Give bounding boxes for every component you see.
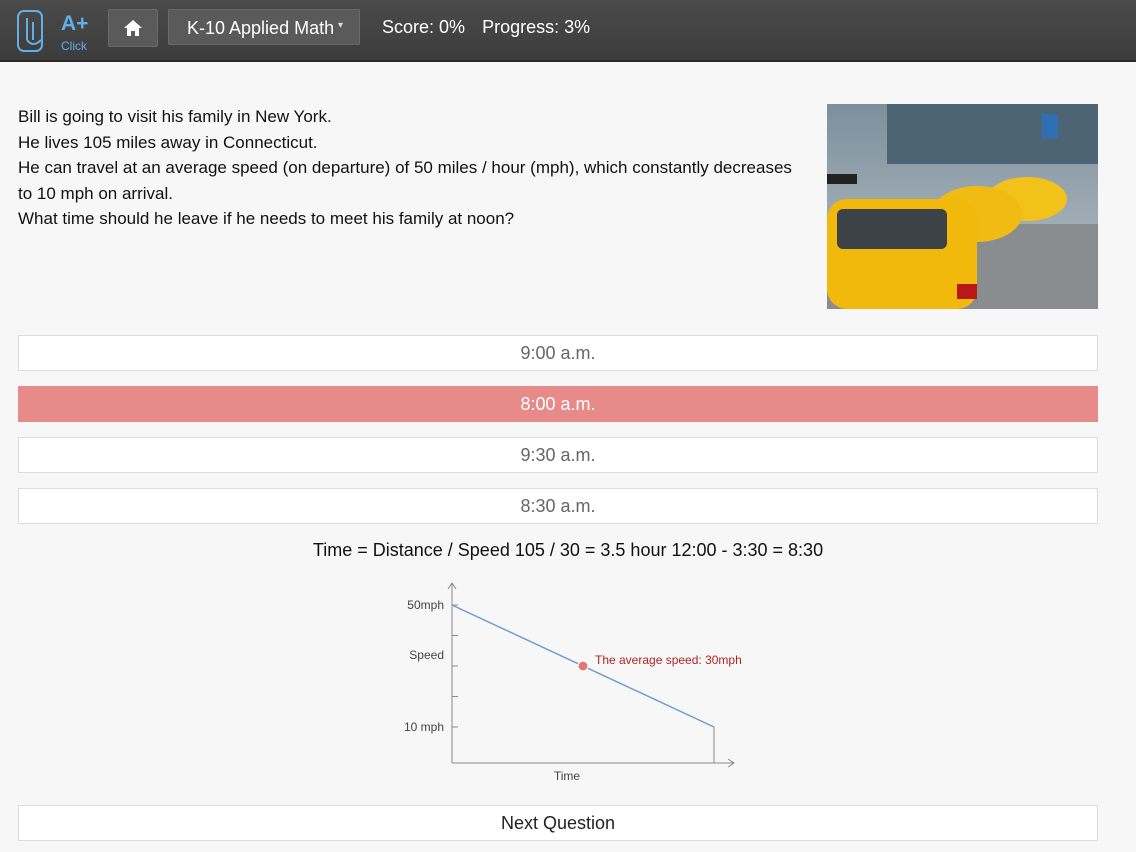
course-label: K-10 Applied Math: [187, 18, 335, 38]
home-button[interactable]: [108, 9, 158, 47]
app-logo[interactable]: A+ Click: [15, 8, 95, 56]
question-line: He lives 105 miles away in Connecticut.: [18, 132, 318, 152]
next-question-button[interactable]: Next Question: [18, 805, 1098, 841]
logo-hand-icon: [17, 10, 43, 52]
stats: Score: 0% Progress: 3%: [382, 17, 602, 38]
course-dropdown[interactable]: K-10 Applied Math ▾: [168, 9, 360, 45]
answer-option-selected-wrong[interactable]: 8:00 a.m.: [18, 386, 1098, 422]
caret-down-icon: ▾: [337, 20, 343, 31]
y-tick-label: 10 mph: [404, 720, 444, 734]
speed-chart: 50mph 10 mph Speed Time The average spee…: [380, 575, 780, 795]
question-text: Bill is going to visit his family in New…: [18, 104, 798, 232]
score-text: Score: 0%: [382, 17, 466, 37]
explanation-text: Time = Distance / Speed 105 / 30 = 3.5 h…: [312, 540, 824, 560]
question-line: What time should he leave if he needs to…: [18, 209, 515, 228]
average-speed-annotation: The average speed: 30mph: [595, 653, 742, 667]
average-point: [577, 660, 589, 672]
progress-text: Progress: 3%: [482, 17, 591, 37]
y-tick-label: 50mph: [407, 598, 444, 612]
logo-subtext: Click: [61, 39, 87, 53]
question-line: He can travel at an average speed (on de…: [18, 158, 792, 203]
y-axis-label: Speed: [409, 648, 444, 662]
top-bar: A+ Click K-10 Applied Math ▾ Score: 0% P…: [0, 0, 1136, 62]
answer-option[interactable]: 8:30 a.m.: [18, 488, 1098, 524]
answer-option[interactable]: 9:00 a.m.: [18, 335, 1098, 371]
taxi-photo: [827, 104, 1098, 309]
question-line: Bill is going to visit his family in New…: [18, 107, 332, 126]
home-icon: [124, 20, 142, 36]
answer-option[interactable]: 9:30 a.m.: [18, 437, 1098, 473]
logo-text: A+: [61, 12, 89, 35]
x-axis-label: Time: [554, 769, 581, 783]
